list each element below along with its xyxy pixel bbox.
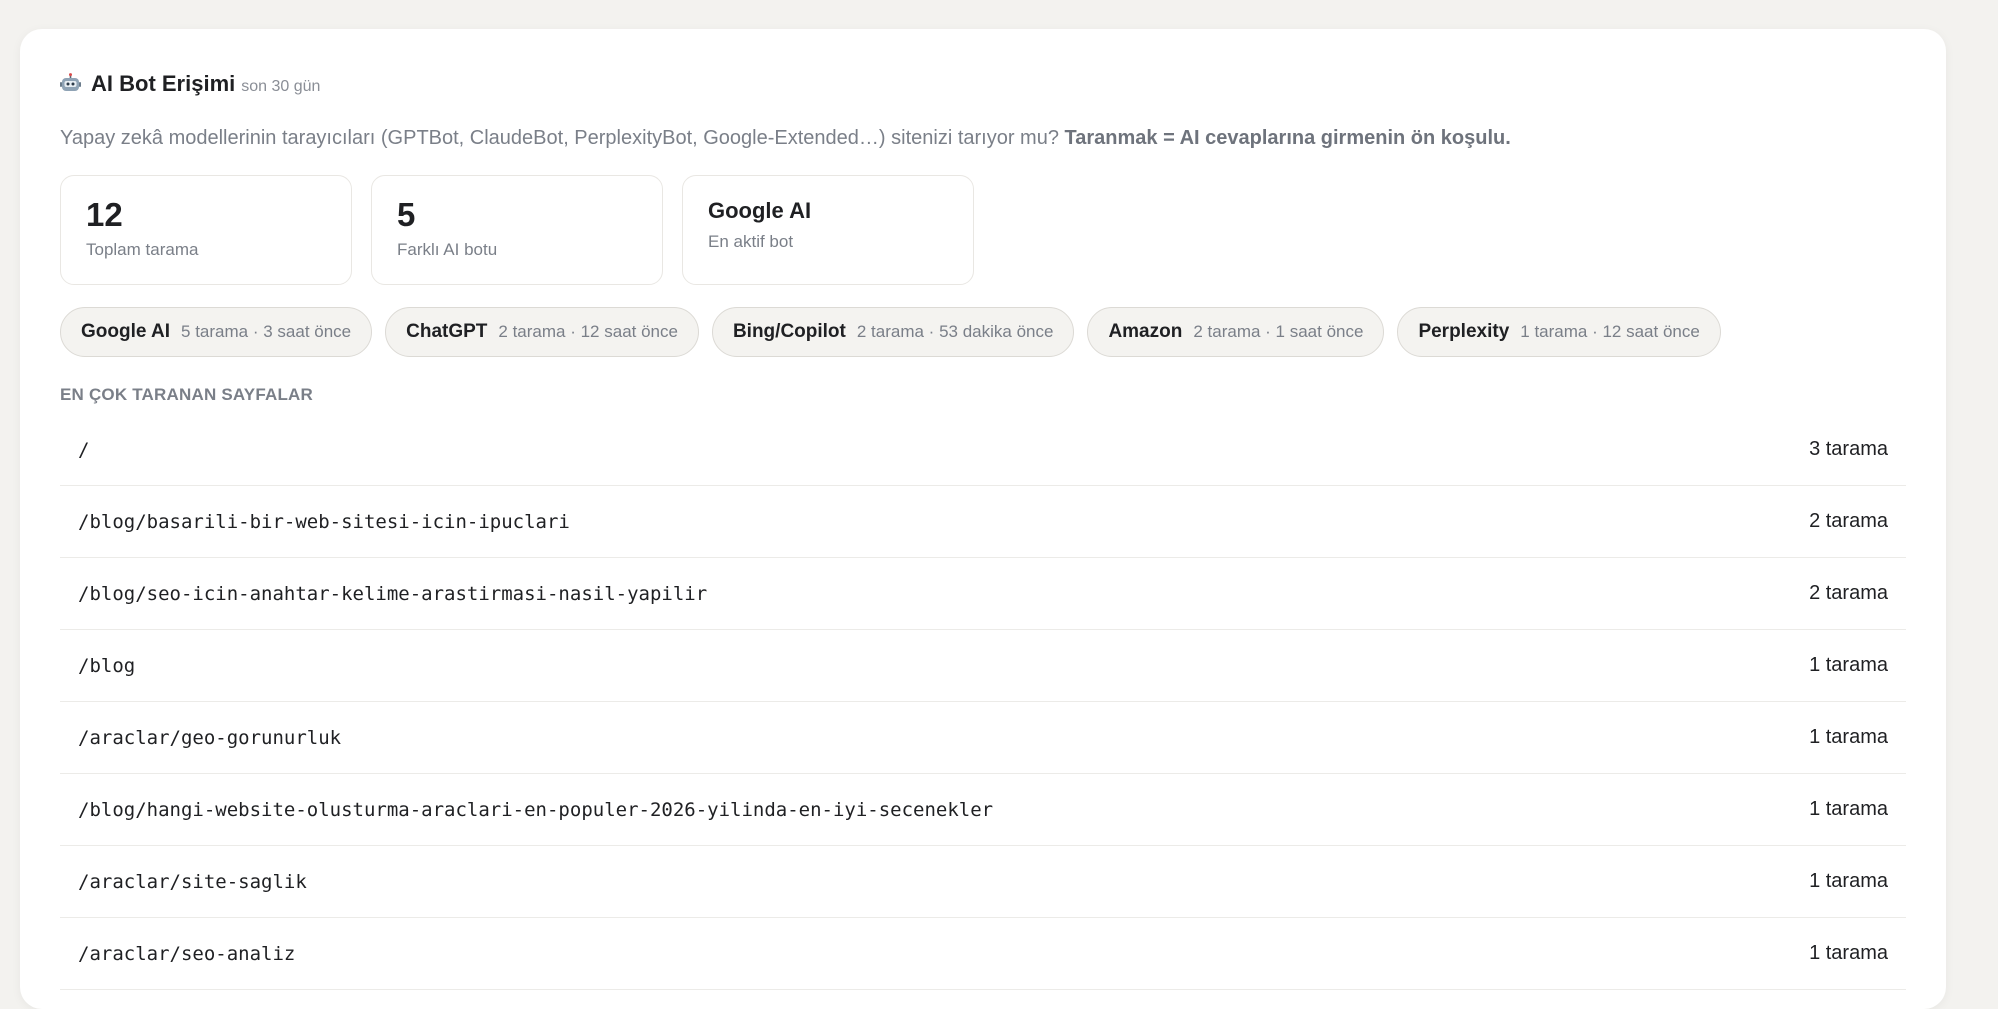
bot-meta: 5 tarama · 3 saat önce [181,322,352,341]
bot-meta: 1 tarama · 12 saat önce [1520,322,1700,341]
bot-name: Amazon [1108,321,1183,342]
page-path: / [78,438,90,461]
list-item[interactable]: /araclar/site-saglik 1 tarama [60,846,1906,918]
page-path: /araclar/site-saglik [78,870,307,893]
card-subtitle: son 30 gün [241,78,321,95]
page-crawl-count: 1 tarama [1809,942,1888,964]
stat-distinct-bots: 5 Farklı AI botu [371,175,663,285]
description-text: Yapay zekâ modellerinin tarayıcıları (GP… [60,127,1065,149]
stat-total-crawls: 12 Toplam tarama [60,175,352,285]
list-item[interactable]: /blog/basarili-bir-web-sitesi-icin-ipucl… [60,486,1906,558]
bot-name: Google AI [81,321,171,342]
ai-bot-access-card: AI Bot Erişimi son 30 gün Yapay zekâ mod… [20,29,1946,1009]
robot-icon [60,73,81,93]
bot-name: Perplexity [1418,321,1510,342]
list-item[interactable]: /araclar/seo-analiz 1 tarama [60,918,1906,990]
card-title: AI Bot Erişimi [91,71,236,96]
bot-meta: 2 tarama · 12 saat önce [498,322,678,341]
bot-chips: Google AI 5 tarama · 3 saat önce ChatGPT… [60,307,1721,357]
list-item[interactable]: /blog 1 tarama [60,630,1906,702]
stats-row: 12 Toplam tarama 5 Farklı AI botu Google… [60,175,974,285]
stat-label: Farklı AI botu [397,240,498,259]
card-header: AI Bot Erişimi son 30 gün [60,71,320,97]
page-crawl-count: 1 tarama [1809,654,1888,676]
list-item[interactable]: / 3 tarama [60,414,1906,486]
page-path: /araclar/geo-gorunurluk [78,726,342,749]
page-path: /araclar/seo-analiz [78,942,296,965]
top-pages-list: / 3 tarama /blog/basarili-bir-web-sitesi… [60,414,1906,990]
bot-chip-amazon[interactable]: Amazon 2 tarama · 1 saat önce [1087,307,1385,357]
page-crawl-count: 1 tarama [1809,726,1888,748]
stat-value: 12 [86,196,123,233]
list-item[interactable]: /araclar/geo-gorunurluk 1 tarama [60,702,1906,774]
card-description: Yapay zekâ modellerinin tarayıcıları (GP… [60,127,1511,150]
page-path: /blog [78,654,136,677]
bot-name: Bing/Copilot [732,321,846,342]
stat-label: Toplam tarama [86,240,199,259]
stat-most-active-bot: Google AI En aktif bot [682,175,974,285]
bot-chip-chatgpt[interactable]: ChatGPT 2 tarama · 12 saat önce [385,307,699,357]
list-item[interactable]: /blog/seo-icin-anahtar-kelime-arastirmas… [60,558,1906,630]
page-crawl-count: 2 tarama [1809,510,1888,532]
page-crawl-count: 2 tarama [1809,582,1888,604]
page-path: /blog/hangi-website-olusturma-araclari-e… [78,798,994,821]
bot-chip-perplexity[interactable]: Perplexity 1 tarama · 12 saat önce [1397,307,1721,357]
page-path: /blog/basarili-bir-web-sitesi-icin-ipucl… [78,510,570,533]
bot-name: ChatGPT [406,321,488,342]
bot-chip-google-ai[interactable]: Google AI 5 tarama · 3 saat önce [60,307,373,357]
page-path: /blog/seo-icin-anahtar-kelime-arastirmas… [78,582,708,605]
section-title-top-pages: EN ÇOK TARANAN SAYFALAR [60,385,314,404]
bot-chip-bing-copilot[interactable]: Bing/Copilot 2 tarama · 53 dakika önce [711,307,1075,357]
stat-value: 5 [397,196,416,233]
page-crawl-count: 1 tarama [1809,798,1888,820]
page-crawl-count: 1 tarama [1809,870,1888,892]
description-emphasis: Taranmak = AI cevaplarına girmenin ön ko… [1064,127,1511,149]
page-crawl-count: 3 tarama [1809,438,1888,460]
stat-value: Google AI [708,198,812,223]
list-item[interactable]: /blog/hangi-website-olusturma-araclari-e… [60,774,1906,846]
bot-meta: 2 tarama · 53 dakika önce [856,322,1054,341]
bot-meta: 2 tarama · 1 saat önce [1193,322,1364,341]
stat-label: En aktif bot [708,232,794,251]
